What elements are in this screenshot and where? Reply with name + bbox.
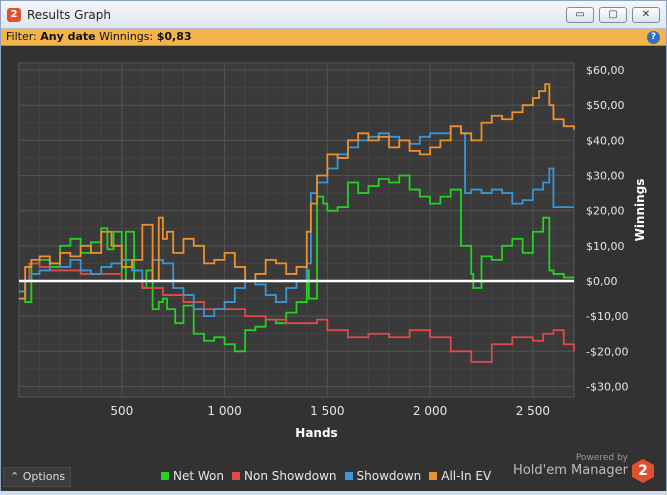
- filter-bar[interactable]: Filter: Any date Winnings: $0,83 ?: [1, 29, 666, 46]
- legend-swatch: [232, 472, 240, 480]
- app-logo-icon: 2: [7, 8, 21, 22]
- legend-swatch: [429, 472, 438, 480]
- brand-name: Hold'em Manager: [513, 463, 628, 478]
- y-tick-label: -$30,00: [586, 380, 628, 393]
- y-tick-label: $50,00: [586, 99, 625, 112]
- legend-label: Showdown: [356, 469, 422, 483]
- results-chart: 500 1 000 1 500 2 000 2 500 $60,00 $50,00 $40,0…: [18, 62, 647, 440]
- filter-prefix: Filter:: [6, 30, 37, 43]
- legend-swatch: [344, 472, 353, 480]
- y-tick-label: $30,00: [586, 170, 625, 183]
- legend-item: Net Won: [161, 469, 224, 483]
- y-tick-label: $0,00: [586, 275, 618, 288]
- winnings-label: Winnings:: [99, 30, 154, 43]
- winnings-value: $0,83: [156, 30, 192, 43]
- options-button[interactable]: ⌃ Options: [3, 467, 71, 487]
- brand-block: Powered by Hold'em Manager 2: [513, 453, 654, 483]
- x-axis-label: Hands: [295, 426, 337, 440]
- y-tick-label: $20,00: [586, 205, 625, 218]
- title-bar[interactable]: 2 Results Graph ▭ ▢ ✕: [1, 1, 666, 29]
- x-tick-label: 2 000: [413, 404, 447, 418]
- minimize-button[interactable]: ▭: [566, 7, 594, 23]
- legend-swatch: [161, 472, 169, 480]
- x-tick-label: 1 500: [310, 404, 344, 418]
- window-title: Results Graph: [27, 8, 111, 22]
- x-tick-label: 500: [110, 404, 133, 418]
- y-tick-label: $60,00: [586, 64, 625, 77]
- legend-label: All-In EV: [441, 469, 492, 483]
- maximize-button[interactable]: ▢: [599, 7, 627, 23]
- legend-label: Non Showdown: [244, 469, 337, 483]
- close-button[interactable]: ✕: [632, 7, 660, 23]
- filter-value: Any date: [40, 30, 96, 43]
- results-graph-window: 2 Results Graph ▭ ▢ ✕ Filter: Any date W…: [0, 0, 667, 491]
- help-icon[interactable]: ?: [647, 31, 660, 44]
- y-tick-label: -$20,00: [586, 345, 628, 358]
- legend-item: Non Showdown: [232, 469, 337, 483]
- options-label: Options: [22, 470, 66, 483]
- chart-legend: Net Won Non Showdown Showdown All-In EV: [161, 469, 491, 483]
- y-tick-label: -$10,00: [586, 310, 628, 323]
- legend-item: Showdown: [344, 469, 422, 483]
- y-tick-label: $40,00: [586, 134, 625, 147]
- y-tick-label: $10,00: [586, 240, 625, 253]
- x-tick-label: 1 000: [207, 404, 241, 418]
- plot-area: [18, 62, 575, 398]
- legend-item: All-In EV: [429, 469, 491, 483]
- chart-area: 500 1 000 1 500 2 000 2 500 $60,00 $50,00 $40,0…: [1, 47, 666, 491]
- chevron-up-icon: ⌃: [10, 470, 20, 483]
- x-tick-label: 2 500: [516, 404, 550, 418]
- y-axis-label: Winnings: [633, 179, 647, 242]
- legend-label: Net Won: [173, 469, 224, 483]
- powered-by-text: Powered by: [575, 453, 628, 463]
